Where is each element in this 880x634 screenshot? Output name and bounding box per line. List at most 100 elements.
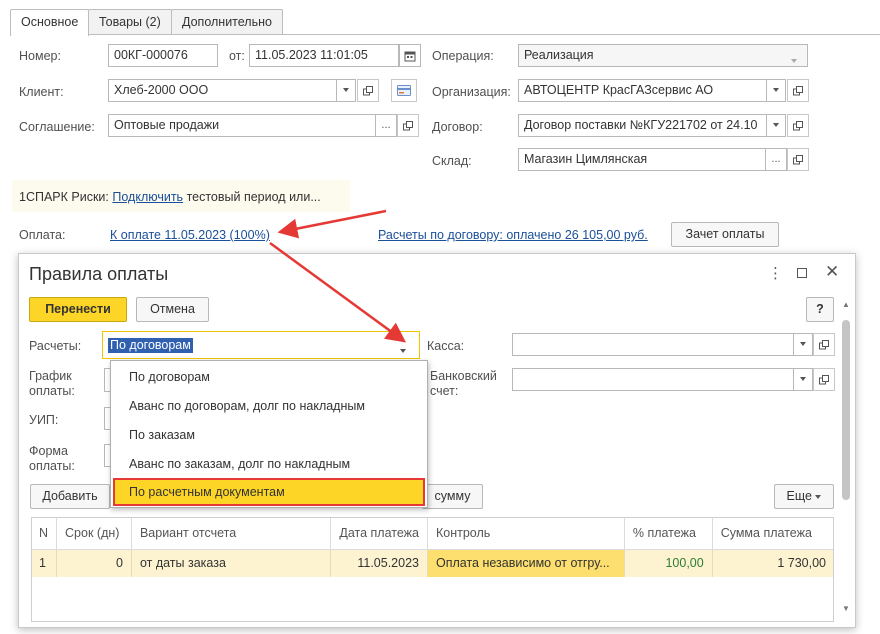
spark-banner-text: 1СПАРК Риски: Подключить тестовый период… (19, 190, 321, 204)
close-icon[interactable]: ✕ (825, 262, 839, 282)
payment-schedule-table: N Срок (дн) Вариант отсчета Дата платежа… (31, 517, 834, 577)
settlements-label: Расчеты: (29, 339, 82, 353)
table-header-row: N Срок (дн) Вариант отсчета Дата платежа… (31, 517, 834, 550)
operation-label: Операция: (432, 49, 494, 63)
col-date[interactable]: Дата платежа (330, 517, 428, 550)
open-icon (819, 375, 829, 385)
scroll-up-icon[interactable]: ▲ (842, 300, 850, 309)
warehouse-field[interactable]: Магазин Цимлянская (518, 148, 766, 171)
cell-term[interactable]: 0 (56, 549, 132, 577)
bank-account-field[interactable] (512, 368, 794, 391)
agreement-select-button[interactable]: ... (375, 114, 397, 137)
warehouse-select-button[interactable]: ... (765, 148, 787, 171)
col-amount[interactable]: Сумма платежа (712, 517, 834, 550)
cash-field[interactable] (512, 333, 794, 356)
open-icon (819, 340, 829, 350)
open-icon (793, 121, 803, 131)
dropdown-option-contracts[interactable]: По договорам (113, 363, 425, 391)
open-icon (363, 86, 373, 96)
tab-additional[interactable]: Дополнительно (171, 9, 283, 35)
spark-connect-link[interactable]: Подключить (112, 190, 183, 204)
contract-field[interactable]: Договор поставки №КГУ221702 от 24.10 (518, 114, 767, 137)
bank-account-dropdown-button[interactable] (793, 368, 813, 391)
organization-dropdown-button[interactable] (766, 79, 786, 102)
organization-field[interactable]: АВТОЦЕНТР КрасГАЗсервис АО (518, 79, 767, 102)
settlements-link[interactable]: Расчеты по договору: оплачено 26 105,00 … (378, 228, 648, 242)
number-label: Номер: (19, 49, 61, 63)
bank-account-open-button[interactable] (813, 368, 835, 391)
more-button-label: Еще (786, 489, 812, 503)
agreement-field[interactable]: Оптовые продажи (108, 114, 376, 137)
dropdown-option-advance-contracts[interactable]: Аванс по договорам, долг по накладным (113, 392, 425, 420)
tab-main[interactable]: Основное (10, 9, 90, 36)
chevron-down-icon (815, 494, 822, 499)
dropdown-option-settlement-docs[interactable]: По расчетным документам (113, 478, 425, 506)
organization-open-button[interactable] (787, 79, 809, 102)
col-variant[interactable]: Вариант отсчета (131, 517, 332, 550)
client-label: Клиент: (19, 85, 64, 99)
arrow-to-payment-link (277, 209, 387, 239)
col-n[interactable]: N (31, 517, 58, 550)
operation-dropdown-icon (791, 53, 797, 67)
client-open-button[interactable] (357, 79, 379, 102)
spark-suffix: тестовый период или... (186, 190, 321, 204)
client-dropdown-button[interactable] (336, 79, 356, 102)
chevron-down-icon (773, 88, 779, 93)
more-button[interactable]: Еще (774, 484, 834, 509)
transfer-button[interactable]: Перенести (29, 297, 127, 322)
open-icon (403, 121, 413, 131)
cash-open-button[interactable] (813, 333, 835, 356)
cell-percent[interactable]: 100,00 (624, 549, 713, 577)
contract-dropdown-button[interactable] (766, 114, 786, 137)
agreement-open-button[interactable] (397, 114, 419, 137)
cell-amount[interactable]: 1 730,00 (712, 549, 834, 577)
maximize-icon[interactable] (797, 268, 807, 278)
tab-underline (10, 34, 880, 35)
calendar-button[interactable] (399, 44, 421, 67)
cell-variant[interactable]: от даты заказа (131, 549, 332, 577)
open-icon (793, 86, 803, 96)
chevron-down-icon (773, 123, 779, 128)
chevron-down-icon (800, 377, 806, 382)
cell-control[interactable]: Оплата независимо от отгру... (427, 549, 625, 577)
spark-prefix: 1СПАРК Риски: (19, 190, 109, 204)
number-field[interactable]: 00КГ-000076 (108, 44, 218, 67)
date-field[interactable]: 11.05.2023 11:01:05 (249, 44, 399, 67)
dropdown-option-advance-orders[interactable]: Аванс по заказам, долг по накладным (113, 450, 425, 478)
contract-label: Договор: (432, 120, 483, 134)
dropdown-option-orders[interactable]: По заказам (113, 421, 425, 449)
chevron-down-icon (343, 88, 349, 93)
open-icon (793, 155, 803, 165)
scroll-down-icon[interactable]: ▼ (842, 604, 850, 613)
payment-label: Оплата: (19, 228, 66, 242)
organization-label: Организация: (432, 85, 511, 99)
cash-label: Касса: (427, 339, 465, 353)
contract-open-button[interactable] (787, 114, 809, 137)
settlements-select-value: По договорам (108, 338, 193, 353)
client-field[interactable]: Хлеб-2000 ООО (108, 79, 337, 102)
warehouse-open-button[interactable] (787, 148, 809, 171)
cell-n[interactable]: 1 (31, 549, 58, 577)
tab-goods[interactable]: Товары (2) (88, 9, 172, 35)
client-card-button[interactable] (391, 79, 417, 102)
col-control[interactable]: Контроль (427, 517, 625, 550)
help-button[interactable]: ? (806, 297, 834, 322)
settlements-select[interactable]: По договорам (102, 331, 420, 359)
calendar-icon (404, 51, 416, 62)
cash-dropdown-button[interactable] (793, 333, 813, 356)
cell-date[interactable]: 11.05.2023 (330, 549, 428, 577)
fill-sum-button[interactable]: сумму (422, 484, 483, 509)
payment-due-link[interactable]: К оплате 11.05.2023 (100%) (110, 228, 270, 242)
dialog-scrollbar-thumb[interactable] (842, 320, 850, 500)
chevron-down-icon (800, 342, 806, 347)
add-button[interactable]: Добавить (30, 484, 110, 509)
cancel-button[interactable]: Отмена (136, 297, 209, 322)
more-vertical-icon[interactable]: ⋮ (768, 266, 783, 281)
col-percent[interactable]: % платежа (624, 517, 713, 550)
operation-field: Реализация (518, 44, 808, 67)
col-term[interactable]: Срок (дн) (56, 517, 132, 550)
table-row[interactable]: 1 0 от даты заказа 11.05.2023 Оплата нез… (31, 549, 834, 577)
date-from-label: от: (229, 49, 245, 63)
card-icon (397, 85, 411, 96)
offset-payment-button[interactable]: Зачет оплаты (671, 222, 779, 247)
